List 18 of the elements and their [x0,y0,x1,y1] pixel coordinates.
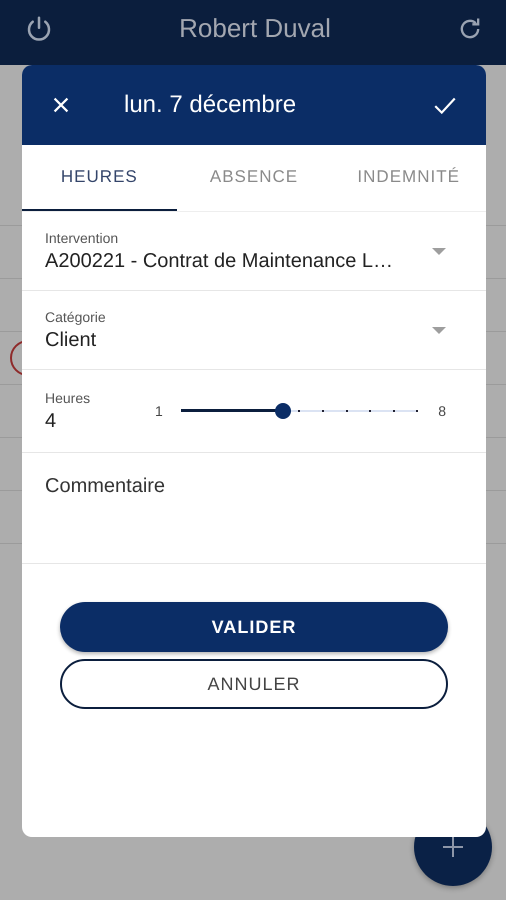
slider-max: 8 [438,403,446,419]
app-title: Robert Duval [179,13,331,44]
field-label: Catégorie [45,308,107,324]
tab[interactable]: HEURES [22,145,177,211]
cancel-button[interactable]: ANNULER [60,659,448,709]
caret-icon [432,326,446,334]
caret-icon [432,248,446,254]
select-field[interactable]: Intervention A200221 - Contrat de Maintenance L… [22,212,486,291]
field-value: Client [45,328,98,352]
field-label: Heures [45,390,92,406]
validate-button[interactable]: VALIDER [60,602,448,652]
field-label: Intervention [45,230,120,246]
slider-value: 4 [45,410,58,432]
select-field[interactable]: Catégorie Client [22,291,486,370]
slider-min: 1 [155,403,163,419]
dialog-title: lun. 7 décembre [124,91,296,119]
field-value: A200221 - Contrat de Maintenance L… [45,250,394,272]
plus-icon [441,835,465,859]
